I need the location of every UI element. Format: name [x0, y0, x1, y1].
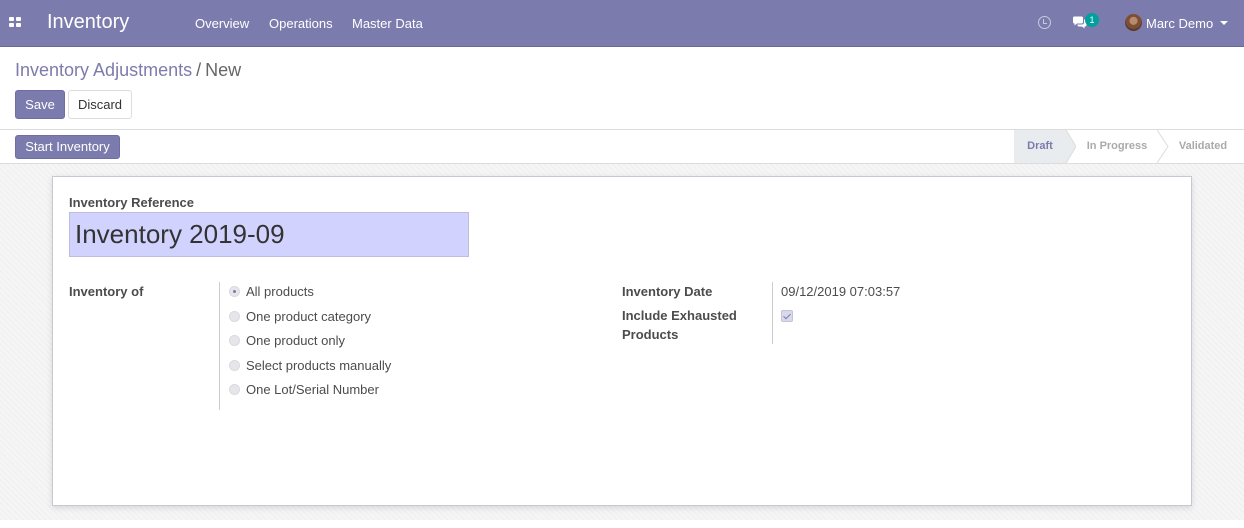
- inventory-date-value[interactable]: 09/12/2019 07:03:57: [781, 284, 900, 299]
- breadcrumb-current: New: [205, 60, 242, 80]
- reference-input[interactable]: Inventory 2019-09: [69, 212, 469, 257]
- include-exhausted-checkbox[interactable]: [781, 310, 793, 322]
- status-step-in-progress[interactable]: In Progress: [1076, 130, 1158, 163]
- start-inventory-button[interactable]: Start Inventory: [15, 135, 120, 159]
- clock-icon[interactable]: [1038, 16, 1051, 29]
- menu-operations[interactable]: Operations: [269, 16, 333, 31]
- discard-button[interactable]: Discard: [68, 90, 132, 119]
- include-exhausted-label: Include Exhausted: [622, 308, 737, 323]
- statusbar: Start Inventory Draft In Progress Valida…: [0, 129, 1244, 164]
- breadcrumb: Inventory Adjustments / New: [15, 60, 241, 81]
- breadcrumb-separator: /: [196, 60, 202, 80]
- include-exhausted-label-cont: Products: [622, 327, 679, 342]
- radio-label: All products: [246, 284, 314, 299]
- avatar[interactable]: [1125, 14, 1142, 31]
- status-step-validated[interactable]: Validated: [1168, 130, 1238, 163]
- radio-icon[interactable]: [229, 360, 240, 371]
- apps-grid-icon[interactable]: [9, 17, 21, 28]
- notification-badge: 1: [1085, 13, 1099, 27]
- field-separator: [219, 282, 220, 410]
- inventory-of-label: Inventory of: [69, 284, 144, 299]
- radio-checked-icon[interactable]: [229, 286, 240, 297]
- radio-label: One product only: [246, 333, 346, 348]
- inventory-date-label: Inventory Date: [622, 284, 713, 299]
- user-name[interactable]: Marc Demo: [1146, 16, 1213, 31]
- reference-label: Inventory Reference: [69, 195, 194, 210]
- app-title[interactable]: Inventory: [47, 11, 129, 34]
- radio-label: One Lot/Serial Number: [246, 382, 379, 397]
- form-sheet: Inventory Reference Inventory 2019-09 In…: [52, 176, 1192, 506]
- radio-icon[interactable]: [229, 384, 240, 395]
- status-step-draft: Draft: [1014, 130, 1066, 163]
- radio-label: One product category: [246, 309, 372, 324]
- radio-label: Select products manually: [246, 358, 392, 373]
- menu-master-data[interactable]: Master Data: [352, 16, 423, 31]
- radio-icon[interactable]: [229, 335, 240, 346]
- breadcrumb-parent[interactable]: Inventory Adjustments: [15, 60, 192, 80]
- step-divider: [1065, 130, 1076, 163]
- save-button[interactable]: Save: [15, 90, 65, 119]
- radio-icon[interactable]: [229, 311, 240, 322]
- menu-overview[interactable]: Overview: [195, 16, 249, 31]
- field-separator: [772, 282, 773, 344]
- top-navbar: Inventory Overview Operations Master Dat…: [0, 0, 1244, 47]
- chevron-down-icon[interactable]: [1220, 21, 1228, 25]
